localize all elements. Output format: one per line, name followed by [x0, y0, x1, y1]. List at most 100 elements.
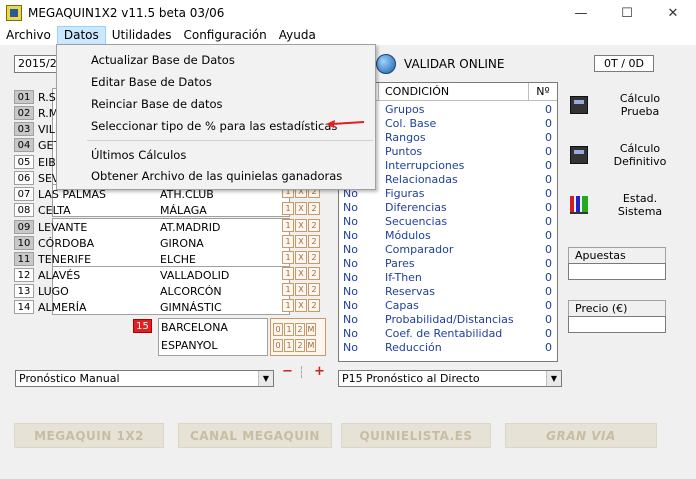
validar-online-button[interactable]: VALIDAR ONLINE [376, 54, 504, 74]
title-bar: MEGAQUIN1X2 v11.5 beta 03/06 — ☐ ✕ [0, 0, 696, 26]
mark-2[interactable]: 2 [308, 283, 320, 296]
menu-editar-base-datos[interactable]: Editar Base de Datos [91, 74, 212, 90]
pleno15-number: 15 [133, 319, 152, 333]
away-team: ALCORCÓN [160, 284, 222, 298]
menu-datos[interactable]: Datos [56, 26, 106, 45]
condition-row[interactable]: No Reducción 0 [339, 341, 557, 355]
megaquin-brand-button[interactable]: MEGAQUIN 1X2 [14, 423, 164, 448]
calculo-definitivo-label: Cálculo Definitivo [613, 142, 667, 168]
close-button[interactable]: ✕ [650, 0, 696, 26]
mark-2[interactable]: 2 [308, 219, 320, 232]
condition-count: 0 [545, 285, 552, 298]
mark-x[interactable]: X [295, 299, 307, 312]
plus-button[interactable]: + [314, 364, 325, 379]
calculator-icon [570, 96, 588, 114]
condition-state: No [343, 271, 358, 284]
condition-row[interactable]: No Probabilidad/Distancias 0 [339, 313, 557, 327]
goal-m[interactable]: M [306, 338, 316, 352]
p15-select[interactable]: P15 Pronóstico al Directo ▼ [338, 370, 562, 387]
menu-configuracion[interactable]: Configuración [177, 26, 272, 45]
bets-counter: 0T / 0D [594, 55, 654, 72]
quinielista-button[interactable]: QUINIELISTA.ES [341, 423, 491, 448]
mark-1[interactable]: 1 [282, 299, 294, 312]
mark-x[interactable]: X [295, 235, 307, 248]
goal-0[interactable]: 0 [273, 322, 283, 336]
condition-state: No [343, 257, 358, 270]
minus-button[interactable]: − [282, 364, 293, 379]
menu-ayuda[interactable]: Ayuda [273, 26, 322, 45]
menu-actualizar-base-datos[interactable]: Actualizar Base de Datos [91, 52, 235, 68]
slider-handle-icon[interactable]: ┆ [298, 366, 305, 379]
mark-x[interactable]: X [295, 202, 307, 215]
condition-name: Capas [385, 299, 419, 312]
condition-count: 0 [545, 117, 552, 130]
mark-1[interactable]: 1 [282, 202, 294, 215]
mark-x[interactable]: X [295, 283, 307, 296]
mark-2[interactable]: 2 [308, 235, 320, 248]
condition-row[interactable]: No Reservas 0 [339, 285, 557, 299]
mark-1[interactable]: 1 [282, 219, 294, 232]
condition-row[interactable]: No Capas 0 [339, 299, 557, 313]
condition-row[interactable]: No Diferencias 0 [339, 201, 557, 215]
match-number: 01 [14, 90, 34, 104]
goal-1[interactable]: 1 [284, 338, 294, 352]
condition-row[interactable]: No Módulos 0 [339, 229, 557, 243]
maximize-button[interactable]: ☐ [604, 0, 650, 26]
goal-2[interactable]: 2 [295, 322, 305, 336]
condition-count: 0 [545, 257, 552, 270]
calculo-prueba-button[interactable]: Cálculo Prueba [570, 92, 680, 118]
mark-x[interactable]: X [295, 219, 307, 232]
mark-1[interactable]: 1 [282, 251, 294, 264]
minimize-button[interactable]: — [558, 0, 604, 26]
goal-0[interactable]: 0 [273, 338, 283, 352]
gran-via-button[interactable]: GRAN VIA [505, 423, 657, 448]
condition-name: Pares [385, 257, 415, 270]
home-team: CÓRDOBA [38, 236, 95, 250]
condition-name: Coef. de Rentabilidad [385, 327, 503, 340]
goal-m[interactable]: M [306, 322, 316, 336]
mark-1[interactable]: 1 [282, 235, 294, 248]
home-team: LUGO [38, 284, 69, 298]
calculo-definitivo-button[interactable]: Cálculo Definitivo [570, 142, 680, 168]
condition-row[interactable]: No Coef. de Rentabilidad 0 [339, 327, 557, 341]
menu-archivo[interactable]: Archivo [0, 26, 57, 45]
menu-reiniciar-base-datos[interactable]: Reinciar Base de datos [91, 96, 223, 112]
condition-state: No [343, 285, 358, 298]
condition-row[interactable]: No If-Then 0 [339, 271, 557, 285]
menu-seleccionar-tipo-porcentaje[interactable]: Seleccionar tipo de % para las estadísti… [91, 118, 337, 134]
condition-row[interactable]: No Comparador 0 [339, 243, 557, 257]
condition-state: No [343, 243, 358, 256]
condition-row[interactable]: No Pares 0 [339, 257, 557, 271]
estad-sistema-button[interactable]: Estad. Sistema [570, 192, 680, 218]
menu-obtener-archivo-ganadoras[interactable]: Obtener Archivo de las quinielas ganador… [91, 168, 342, 184]
pronostico-select[interactable]: Pronóstico Manual ▼ [15, 370, 274, 387]
mark-x[interactable]: X [295, 267, 307, 280]
condition-count: 0 [545, 243, 552, 256]
condition-row[interactable]: No Secuencias 0 [339, 215, 557, 229]
chevron-down-icon: ▼ [546, 371, 561, 386]
mark-2[interactable]: 2 [308, 299, 320, 312]
mark-2[interactable]: 2 [308, 202, 320, 215]
mark-group: 1X2 [282, 299, 322, 312]
menu-utilidades[interactable]: Utilidades [106, 26, 178, 45]
datos-dropdown-menu: Actualizar Base de Datos Editar Base de … [56, 44, 376, 190]
mark-2[interactable]: 2 [308, 267, 320, 280]
mark-1[interactable]: 1 [282, 283, 294, 296]
match-number: 09 [14, 220, 34, 234]
match-row: 11 TENERIFE ELCHE [14, 251, 278, 267]
goal-2[interactable]: 2 [295, 338, 305, 352]
condition-name: Col. Base [385, 117, 437, 130]
menu-ultimos-calculos[interactable]: Últimos Cálculos [91, 147, 186, 163]
season-select[interactable]: 2015/2 [14, 55, 58, 73]
condition-count: 0 [545, 131, 552, 144]
condition-count: 0 [545, 341, 552, 354]
mark-group: 1X2 [282, 202, 322, 215]
mark-x[interactable]: X [295, 251, 307, 264]
mark-1[interactable]: 1 [282, 267, 294, 280]
header-condition: CONDICIÓN [379, 83, 529, 100]
condition-state: No [343, 229, 358, 242]
mark-2[interactable]: 2 [308, 251, 320, 264]
goal-1[interactable]: 1 [284, 322, 294, 336]
match-number: 07 [14, 187, 34, 201]
canal-megaquin-button[interactable]: CANAL MEGAQUIN [178, 423, 332, 448]
